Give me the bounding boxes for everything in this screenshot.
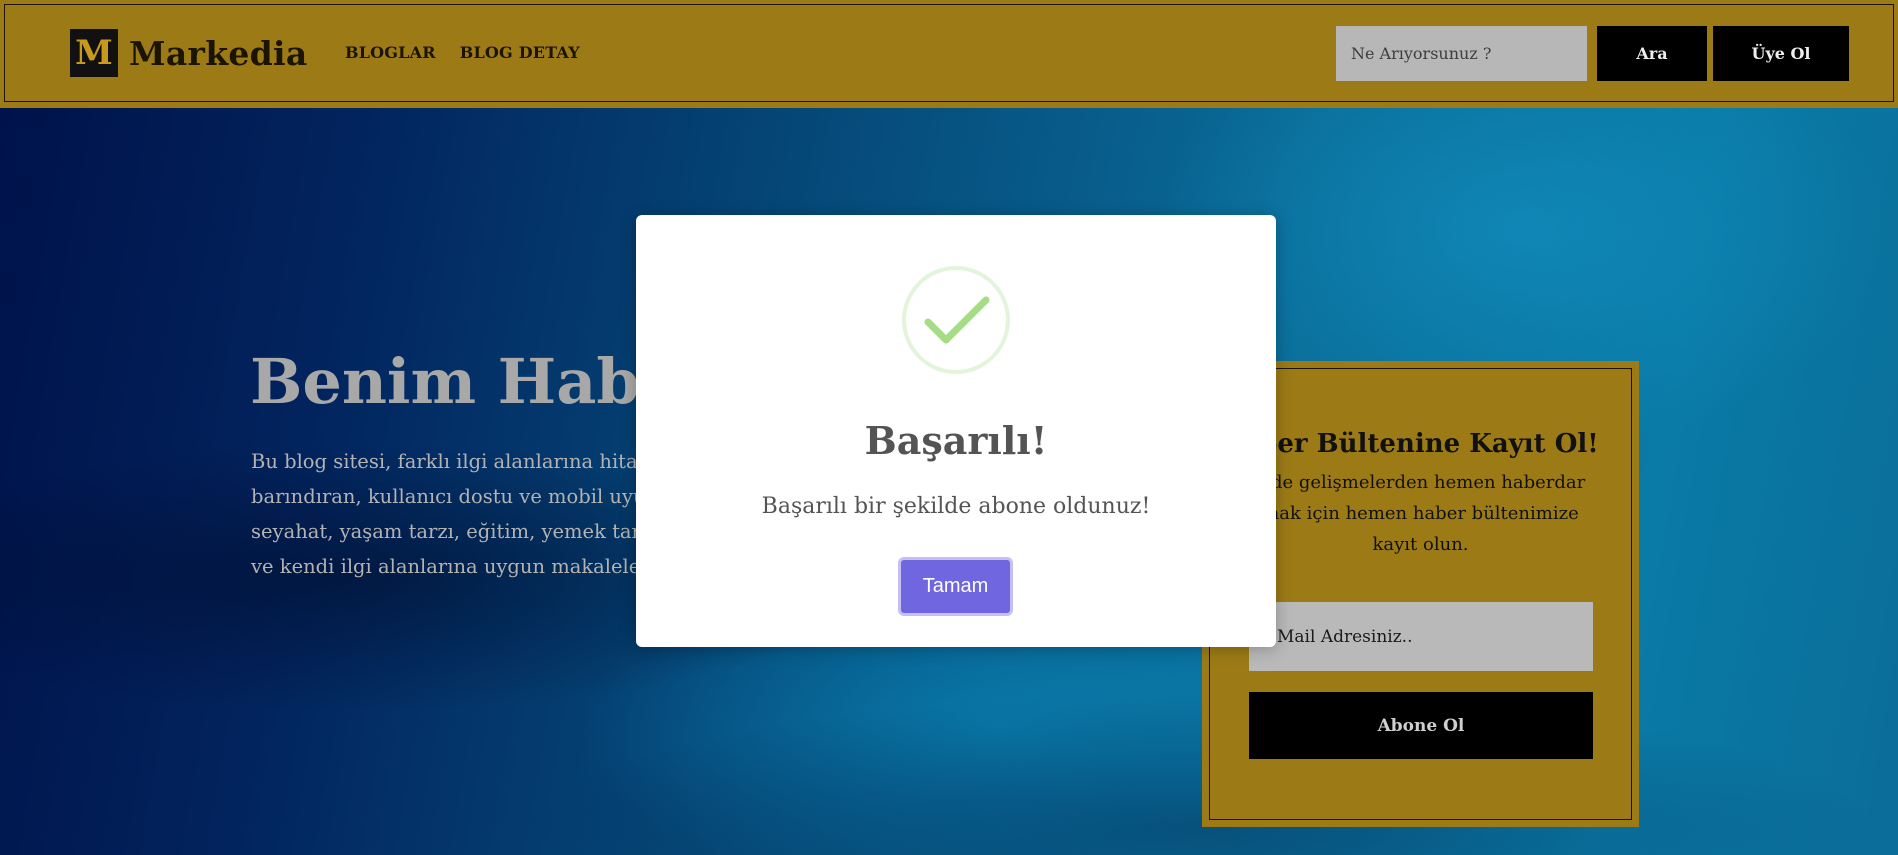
nav-link-bloglar[interactable]: BLOGLAR	[345, 43, 436, 62]
logo-icon: M	[70, 29, 118, 77]
subscribe-button[interactable]: Abone Ol	[1249, 692, 1593, 759]
newsletter-email-input[interactable]	[1249, 602, 1593, 671]
dialog-message: Başarılı bir şekilde abone oldunuz!	[761, 494, 1151, 519]
newsletter-line: mak için hemen haber bültenimize	[1262, 503, 1579, 524]
hero-line: Bu blog sitesi, farklı ilgi alanlarına h…	[251, 450, 668, 473]
newsletter-line: z de gelişmelerden hemen haberdar	[1255, 472, 1586, 493]
site-header: M Markedia BLOGLAR BLOG DETAY Ara Üye Ol	[0, 0, 1898, 108]
hero-line: ve kendi ilgi alanlarına uygun makaleler	[251, 555, 650, 578]
newsletter-line: kayıt olun.	[1372, 534, 1469, 555]
logo-text: Markedia	[129, 33, 308, 73]
search-input[interactable]	[1336, 26, 1587, 81]
main-nav: BLOGLAR BLOG DETAY	[345, 43, 580, 62]
site-logo[interactable]: M Markedia	[70, 29, 308, 77]
hero-line: barındıran, kullanıcı dostu ve mobil uyu…	[251, 485, 665, 508]
nav-link-blog-detay[interactable]: BLOG DETAY	[460, 43, 580, 62]
confirm-button[interactable]: Tamam	[898, 557, 1013, 616]
hero-line: seyahat, yaşam tarzı, eğitim, yemek tari…	[251, 520, 661, 543]
success-dialog: Başarılı! Başarılı bir şekilde abone old…	[636, 215, 1276, 647]
dialog-title: Başarılı!	[864, 418, 1048, 463]
newsletter-description: z de gelişmelerden hemen haberdar mak iç…	[1242, 467, 1599, 560]
success-check-icon	[902, 266, 1010, 374]
search-button[interactable]: Ara	[1597, 26, 1707, 81]
signup-button[interactable]: Üye Ol	[1713, 26, 1849, 81]
